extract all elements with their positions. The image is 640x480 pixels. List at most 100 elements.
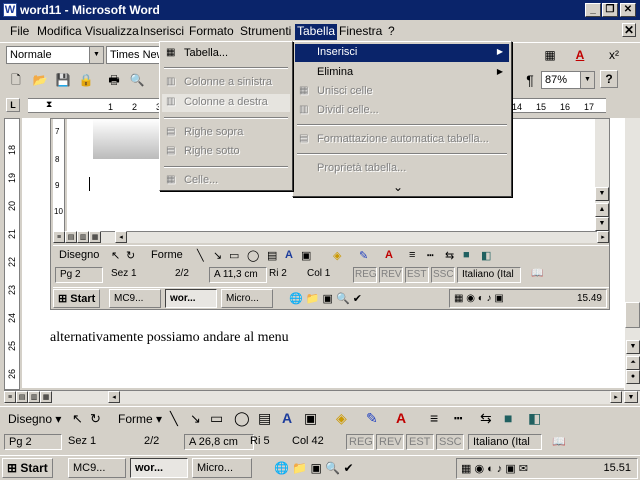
font-color-icon[interactable]: A xyxy=(396,410,406,426)
inner-task-mc9[interactable]: MC9... xyxy=(109,289,161,308)
task-word[interactable]: wor... xyxy=(130,458,188,478)
outline-view-icon[interactable]: ▦ xyxy=(89,231,101,243)
line-style-icon[interactable]: ≡ xyxy=(430,410,438,426)
arrow-icon[interactable]: ↘ xyxy=(213,249,222,262)
menu-file[interactable]: File xyxy=(8,24,31,40)
rectangle-icon[interactable]: ▭ xyxy=(210,410,223,427)
arrow-style-icon[interactable]: ⇆ xyxy=(480,410,492,427)
line-color-icon[interactable]: ✎ xyxy=(359,249,368,262)
new-document-icon[interactable]: 🗋 xyxy=(6,70,26,90)
line-style-icon[interactable]: ≡ xyxy=(409,249,415,261)
submenu-item-righe-sopra[interactable]: ▤ Righe sopra xyxy=(162,124,290,142)
close-icon[interactable]: ✕ xyxy=(620,3,636,17)
inner-draw-menu[interactable]: Disegno xyxy=(59,249,99,261)
tray-icons[interactable]: ▦ ◉ ◐ ♪ ▣ xyxy=(454,293,504,304)
rectangle-icon[interactable]: ▭ xyxy=(229,249,239,262)
save-icon[interactable]: 💾 xyxy=(53,70,73,90)
inner-autoshapes-menu[interactable]: Forme xyxy=(151,249,183,261)
inner-quicklaunch-icons[interactable]: 🌐 📁 ▣ 🔍 ✔ xyxy=(289,292,362,312)
wordart-icon[interactable]: A xyxy=(285,249,293,261)
quicklaunch-icons[interactable]: 🌐 📁 ▣ 🔍 ✔ xyxy=(274,461,354,480)
inner-status-rev[interactable]: REV xyxy=(379,267,403,283)
menu-item-dividi-celle[interactable]: ▥ Dividi celle... xyxy=(295,102,509,120)
shadow-icon[interactable]: ■ xyxy=(504,410,512,426)
restore-icon[interactable]: ❐ xyxy=(602,3,618,17)
draw-menu[interactable]: Disegno ▾ xyxy=(8,412,61,426)
web-view-icon[interactable]: ▤ xyxy=(65,231,77,243)
arrow-icon[interactable]: ↘ xyxy=(190,411,201,427)
font-color-icon[interactable]: A xyxy=(385,249,393,261)
scroll-left-icon[interactable]: ◂ xyxy=(115,231,127,243)
print-view-icon[interactable]: ▥ xyxy=(28,391,40,403)
menu-item-proprieta[interactable]: Proprietà tabella... xyxy=(295,160,509,178)
next-page-icon[interactable]: ▼ xyxy=(595,217,609,231)
vertical-ruler[interactable]: 18 19 20 21 22 23 24 25 26 xyxy=(4,118,20,390)
superscript-icon[interactable]: x² xyxy=(604,45,624,65)
main-horizontal-scrollbar[interactable]: ≡ ▤ ▥ ▦ ◂ ▸ ▼ xyxy=(4,390,640,404)
zoom-combo[interactable]: 87% ▼ xyxy=(541,71,595,89)
clipart-icon[interactable]: ▣ xyxy=(301,249,311,262)
inner-status-reg[interactable]: REG xyxy=(353,267,377,283)
inner-status-est[interactable]: EST xyxy=(405,267,429,283)
normal-view-icon[interactable]: ≡ xyxy=(4,391,16,403)
word-app-icon[interactable]: W xyxy=(3,3,17,17)
menu-item-formattazione[interactable]: ▤ Formattazione automatica tabella... xyxy=(295,131,509,149)
fill-color-icon[interactable]: ◈ xyxy=(333,249,341,262)
menu-strumenti[interactable]: Strumenti xyxy=(238,24,293,40)
print-view-icon[interactable]: ▥ xyxy=(77,231,89,243)
open-folder-icon[interactable]: 📂 xyxy=(30,70,50,90)
print-icon[interactable]: 🖶 xyxy=(104,70,124,90)
borders-icon[interactable]: ▦ xyxy=(540,45,560,65)
scroll-right-icon[interactable]: ▸ xyxy=(597,231,609,243)
help-icon[interactable]: ? xyxy=(600,70,618,88)
submenu-item-tabella[interactable]: ▦ Tabella... xyxy=(162,45,290,63)
menu-item-unisci-celle[interactable]: ▦ Unisci celle xyxy=(295,83,509,101)
next-page-icon[interactable]: ▼ xyxy=(624,391,638,403)
scroll-down-icon[interactable]: ▼ xyxy=(626,340,640,354)
select-objects-icon[interactable]: ↖ xyxy=(111,249,120,262)
autoshapes-menu[interactable]: Forme ▾ xyxy=(118,412,162,426)
status-est[interactable]: EST xyxy=(406,434,434,450)
tray-icons[interactable]: ▦ ◉ ◐ ♪ ▣ ✉ xyxy=(461,463,528,475)
print-preview-icon[interactable]: 🔍 xyxy=(127,70,147,90)
inner-vscroll[interactable]: ▼ ▲ ▼ xyxy=(595,119,609,231)
font-color-icon[interactable]: A xyxy=(570,45,590,65)
3d-icon[interactable]: ◧ xyxy=(528,410,541,427)
scroll-thumb[interactable] xyxy=(625,302,640,328)
status-ssc[interactable]: SSC xyxy=(436,434,464,450)
inner-start-button[interactable]: ⊞ Start xyxy=(53,289,101,308)
style-combo[interactable]: Normale ▼ xyxy=(6,46,104,64)
inner-task-word[interactable]: wor... xyxy=(165,289,217,308)
textbox-icon[interactable]: ▤ xyxy=(267,249,277,262)
submenu-item-colonne-destra[interactable]: ▥ Colonne a destra xyxy=(162,94,290,112)
rotate-icon[interactable]: ↻ xyxy=(90,411,101,427)
3d-icon[interactable]: ◧ xyxy=(481,249,491,262)
outline-view-icon[interactable]: ▦ xyxy=(40,391,52,403)
status-language[interactable]: Italiano (Ital xyxy=(468,434,542,450)
scroll-down-icon[interactable]: ▼ xyxy=(595,187,609,201)
menu-finestra[interactable]: Finestra xyxy=(337,24,384,40)
menu-formato[interactable]: Formato xyxy=(187,24,236,40)
status-reg[interactable]: REG xyxy=(346,434,374,450)
wordart-icon[interactable]: A xyxy=(282,410,292,426)
select-browse-object-icon[interactable]: ● xyxy=(626,370,640,384)
start-button[interactable]: ⊞ Start xyxy=(2,458,53,478)
menu-tabella[interactable]: Tabella xyxy=(295,24,338,40)
menu-inserisci[interactable]: Inserisci xyxy=(138,24,186,40)
menu-visualizza[interactable]: Visualizza xyxy=(83,24,141,40)
indent-marker-icon[interactable]: ⧗ xyxy=(46,99,52,110)
scroll-left-icon[interactable]: ◂ xyxy=(108,391,120,403)
line-icon[interactable]: ╲ xyxy=(170,411,178,427)
prev-page-icon[interactable]: ▲ xyxy=(595,203,609,217)
spelling-check-icon[interactable]: 📖 xyxy=(548,434,570,450)
chevron-down-icon[interactable]: ▼ xyxy=(89,47,103,63)
scroll-right-icon[interactable]: ▸ xyxy=(610,391,622,403)
textbox-icon[interactable]: ▤ xyxy=(258,410,271,427)
inner-hscroll[interactable]: ≡ ▤ ▥ ▦ ◂ ▸ xyxy=(53,231,609,243)
shadow-icon[interactable]: ■ xyxy=(463,249,470,261)
tab-selector-icon[interactable]: L xyxy=(6,98,20,112)
select-objects-icon[interactable]: ↖ xyxy=(72,411,83,427)
prev-page-icon[interactable]: ⏶ xyxy=(626,356,640,370)
permissions-icon[interactable]: 🔒 xyxy=(76,70,96,90)
line-icon[interactable]: ╲ xyxy=(197,249,204,262)
